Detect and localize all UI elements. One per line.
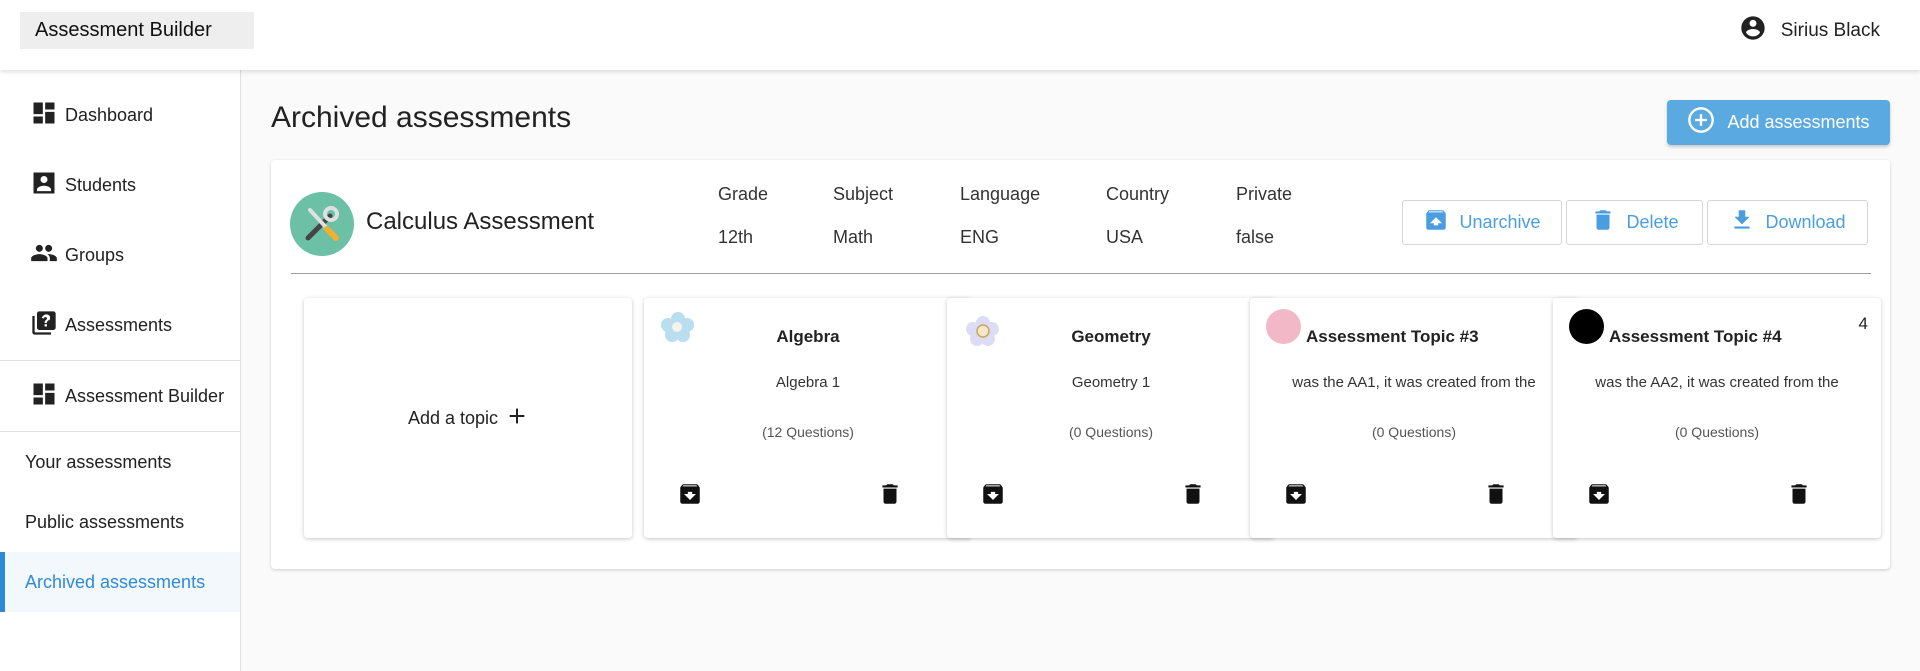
meta-value: ENG: [960, 227, 1000, 247]
assessment-panel: Calculus Assessment Grade 12th Subject M…: [271, 160, 1890, 569]
add-topic-label: Add a topic: [407, 407, 499, 428]
user-menu[interactable]: Sirius Black: [1739, 16, 1880, 46]
topic-title: Geometry: [1071, 327, 1151, 346]
add-circle-icon: [1687, 106, 1715, 139]
download-icon: [1729, 207, 1755, 238]
topic-question-count: (0 Questions): [1068, 424, 1154, 440]
sidebar-item-students[interactable]: Students: [0, 150, 240, 220]
sidebar-item-your-assessments[interactable]: Your assessments: [0, 432, 240, 492]
topic-title: Assessment Topic #3: [1306, 327, 1479, 346]
sidebar-item-assessments[interactable]: Assessments: [0, 290, 240, 360]
add-assessments-label: Add assessments: [1727, 112, 1870, 132]
meta-private: Private false: [1236, 184, 1292, 248]
delete-label: Delete: [1626, 212, 1679, 232]
sidebar-item-archived-assessments[interactable]: Archived assessments: [0, 552, 240, 612]
meta-value: USA: [1106, 227, 1144, 247]
sidebar-item-groups[interactable]: Groups: [0, 220, 240, 290]
sidebar-item-dashboard[interactable]: Dashboard: [0, 80, 240, 150]
meta-value: false: [1236, 227, 1275, 247]
sidebar-item-label: Dashboard: [65, 104, 154, 125]
account-circle-icon: [1739, 14, 1767, 48]
meta-value: Math: [833, 227, 874, 247]
trash-icon[interactable]: [1483, 481, 1509, 507]
download-button[interactable]: Download: [1707, 200, 1868, 245]
topic-card[interactable]: Algebra 1 Algebra 1 (12 Questions): [644, 298, 972, 538]
topic-card[interactable]: Assessment Topic #4 4 was the AA2, it wa…: [1553, 298, 1881, 538]
app-title[interactable]: Assessment Builder: [20, 12, 254, 49]
circle-icon: [1266, 309, 1301, 344]
meta-label: Private: [1236, 184, 1293, 204]
unarchive-button[interactable]: Unarchive: [1402, 200, 1562, 245]
assessment-title: Calculus Assessment: [366, 208, 595, 235]
dashboard-icon: [30, 99, 65, 132]
sidebar-item-label: Students: [65, 174, 137, 195]
meta-country: Country USA: [1106, 184, 1169, 248]
archive-icon[interactable]: [980, 481, 1006, 507]
topic-question-count: (0 Questions): [1674, 424, 1760, 440]
meta-value: 12th: [718, 227, 754, 247]
unarchive-icon: [1423, 207, 1449, 238]
dashboard-icon: [30, 380, 65, 413]
trash-icon: [1590, 207, 1616, 238]
sidebar-item-assessment-builder[interactable]: Assessment Builder: [0, 361, 240, 431]
topic-description: was the AA2, it was created from the: [1595, 374, 1839, 391]
topic-description: Algebra 1: [775, 374, 841, 391]
sidebar-item-label: Groups: [65, 244, 125, 265]
sidebar-item-label: Assessments: [65, 314, 173, 335]
topic-question-count: (0 Questions): [1371, 424, 1457, 440]
tools-icon: [290, 192, 354, 256]
unarchive-label: Unarchive: [1459, 212, 1541, 232]
meta-label: Country: [1106, 184, 1170, 204]
sidebar: Dashboard Students Groups Assessments As…: [0, 70, 241, 671]
archive-icon[interactable]: [1283, 481, 1309, 507]
user-name: Sirius Black: [1780, 20, 1880, 41]
archive-icon[interactable]: [677, 481, 703, 507]
divider: [291, 273, 1871, 274]
meta-label: Grade: [718, 184, 769, 204]
download-label: Download: [1765, 212, 1846, 232]
trash-icon[interactable]: [1180, 481, 1206, 507]
trash-icon[interactable]: [1786, 481, 1812, 507]
top-bar: Assessment Builder Sirius Black: [0, 0, 1920, 70]
page-title: Archived assessments: [271, 101, 572, 134]
sidebar-item-public-assessments[interactable]: Public assessments: [0, 492, 240, 552]
topic-number: 4: [1858, 314, 1868, 333]
meta-language: Language ENG: [960, 184, 1040, 248]
topic-title: Assessment Topic #4: [1609, 327, 1782, 346]
trash-icon[interactable]: [877, 481, 903, 507]
topic-card[interactable]: Geometry 2 Geometry 1 (0 Questions): [947, 298, 1275, 538]
student-card-icon: [30, 169, 65, 202]
quiz-icon: [30, 309, 65, 342]
topic-question-count: (12 Questions): [762, 424, 854, 440]
meta-label: Language: [960, 184, 1041, 204]
plus-icon: [506, 405, 528, 432]
delete-button[interactable]: Delete: [1566, 200, 1703, 245]
group-icon: [30, 239, 65, 272]
topic-description: Geometry 1: [1071, 374, 1151, 391]
meta-label: Subject: [833, 184, 894, 204]
topic-card[interactable]: Assessment Topic #3 3 was the AA1, it wa…: [1250, 298, 1578, 538]
circle-icon: [1569, 309, 1604, 344]
meta-grade: Grade 12th: [718, 184, 768, 248]
topic-title: Algebra: [776, 327, 840, 346]
sidebar-item-label: Assessment Builder: [65, 385, 225, 406]
add-topic-card[interactable]: Add a topic: [304, 298, 632, 538]
topic-description: was the AA1, it was created from the: [1292, 374, 1536, 391]
add-assessments-button[interactable]: Add assessments: [1667, 100, 1890, 145]
meta-subject: Subject Math: [833, 184, 893, 248]
archive-icon[interactable]: [1586, 481, 1612, 507]
